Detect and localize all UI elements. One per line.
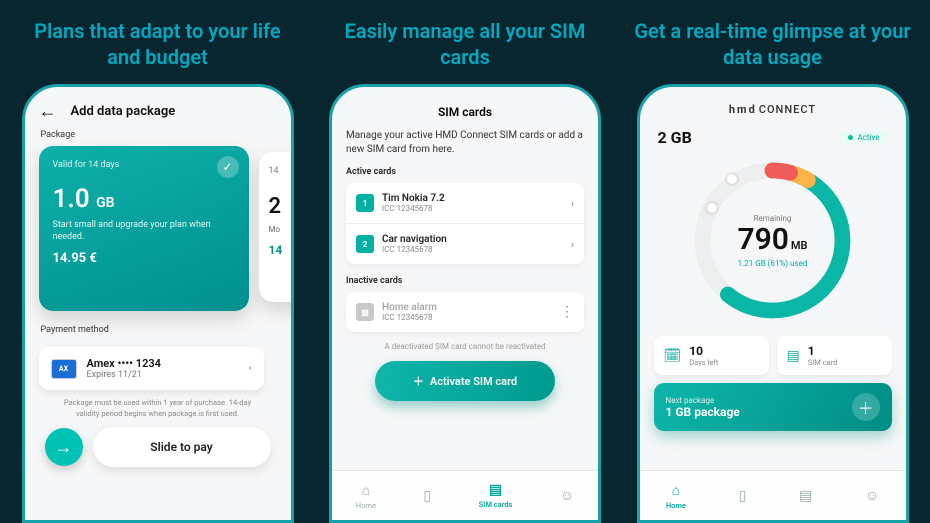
remaining-value: 790MB bbox=[737, 225, 807, 255]
disclaimer-text: Package must be used within 1 year of pu… bbox=[39, 390, 277, 427]
back-icon[interactable]: ← bbox=[39, 101, 57, 122]
package-price: 14.95 € bbox=[53, 251, 235, 266]
nav-sim[interactable]: ▤SIM cards bbox=[479, 482, 513, 509]
package-size: 1.0 GB bbox=[53, 184, 235, 214]
chevron-right-icon: › bbox=[571, 238, 574, 251]
card-name: Amex •••• 1234 bbox=[87, 357, 161, 370]
package-card-next[interactable]: 14 2 Mo 14 bbox=[259, 152, 294, 302]
bottom-nav: ⌂Home ▯ ▤ ☺ bbox=[640, 470, 906, 520]
home-icon: ⌂ bbox=[672, 482, 680, 499]
amex-logo-icon: AX bbox=[51, 359, 77, 379]
package-section-label: Package bbox=[41, 130, 277, 140]
slide-arrow-button[interactable]: → bbox=[45, 428, 83, 466]
bottom-nav: ⌂Home ▯ ▤SIM cards ☺ bbox=[332, 470, 598, 520]
package-card-selected[interactable]: ✓ Valid for 14 days 1.0 GB Start small a… bbox=[39, 146, 249, 311]
nav-profile[interactable]: ☺ bbox=[560, 487, 574, 504]
sim-icon: ▤ bbox=[489, 482, 502, 498]
intro-text: Manage your active HMD Connect SIM cards… bbox=[346, 129, 584, 157]
headline-plans: Plans that adapt to your life and budget bbox=[10, 0, 305, 84]
inactive-cards-label: Inactive cards bbox=[346, 276, 584, 286]
used-text: 1.21 GB (61%) used bbox=[738, 259, 808, 268]
sim-icon: ▤ bbox=[799, 488, 812, 504]
sim-disabled-icon: ▧ bbox=[356, 303, 374, 321]
plan-size: 2 GB bbox=[658, 128, 692, 147]
headline-sim: Easily manage all your SIM cards bbox=[318, 0, 613, 84]
phone-screen-usage: hmdCONNECT 2 GB Active Remaining 790MB 1… bbox=[637, 84, 909, 523]
sim-count-card: ▤ 1 SIM card bbox=[777, 336, 892, 375]
profile-icon: ☺ bbox=[560, 487, 574, 504]
sim-icon: 1 bbox=[356, 194, 374, 212]
nav-home[interactable]: ⌂Home bbox=[666, 482, 686, 510]
page-title: SIM cards bbox=[346, 105, 584, 119]
activate-sim-button[interactable]: ＋ Activate SIM card bbox=[375, 361, 555, 401]
phone-screen-sim: SIM cards Manage your active HMD Connect… bbox=[329, 84, 601, 523]
days-left-card: 🗓 10 Days left bbox=[654, 336, 769, 375]
calendar-icon: 🗓 bbox=[664, 348, 682, 364]
active-sim-list: 1 Tim Nokia 7.2 ICC 12345678 › 2 Car nav… bbox=[346, 183, 584, 264]
plus-icon: ＋ bbox=[413, 373, 424, 389]
card-expiry: Expires 11/21 bbox=[87, 370, 161, 380]
slide-to-pay-button[interactable]: Slide to pay bbox=[93, 427, 271, 467]
payment-section-label: Payment method bbox=[41, 325, 277, 335]
headline-usage: Get a real-time glimpse at your data usa… bbox=[625, 0, 920, 84]
brand-logo: hmdCONNECT bbox=[654, 103, 892, 116]
status-badge: Active bbox=[840, 131, 887, 144]
nav-data[interactable]: ▯ bbox=[423, 488, 431, 504]
inactive-sim-list: ▧ Home alarm ICC 12345678 ⋮ bbox=[346, 292, 584, 332]
payment-method-card[interactable]: AX Amex •••• 1234 Expires 11/21 › bbox=[39, 347, 264, 390]
home-icon: ⌂ bbox=[362, 482, 370, 499]
page-title: Add data package bbox=[71, 104, 176, 119]
deactivation-note: A deactivated SIM card cannot be reactiv… bbox=[346, 342, 584, 351]
chevron-right-icon: › bbox=[248, 363, 251, 374]
nav-profile[interactable]: ☺ bbox=[865, 487, 879, 504]
phone-screen-plans: ← Add data package Package ✓ Valid for 1… bbox=[22, 84, 294, 523]
nav-sim[interactable]: ▤ bbox=[799, 488, 812, 504]
active-cards-label: Active cards bbox=[346, 167, 584, 177]
package-validity: Valid for 14 days bbox=[53, 160, 235, 170]
sim-icon: 2 bbox=[356, 235, 374, 253]
nav-home[interactable]: ⌂Home bbox=[356, 482, 376, 510]
nav-data[interactable]: ▯ bbox=[739, 488, 747, 504]
data-icon: ▯ bbox=[423, 488, 431, 504]
sim-item-active[interactable]: 2 Car navigation ICC 12345678 › bbox=[346, 224, 584, 264]
package-desc: Start small and upgrade your plan when n… bbox=[53, 220, 235, 243]
sim-icon: ▤ bbox=[787, 348, 800, 364]
add-package-button[interactable]: ＋ bbox=[852, 393, 880, 421]
sim-item-active[interactable]: 1 Tim Nokia 7.2 ICC 12345678 › bbox=[346, 183, 584, 224]
chevron-right-icon: › bbox=[571, 197, 574, 210]
next-package-card[interactable]: Next package 1 GB package ＋ bbox=[654, 383, 892, 431]
data-icon: ▯ bbox=[739, 488, 747, 504]
sim-item-inactive[interactable]: ▧ Home alarm ICC 12345678 ⋮ bbox=[346, 292, 584, 332]
data-usage-donut: Remaining 790MB 1.21 GB (61%) used bbox=[685, 153, 860, 328]
profile-icon: ☺ bbox=[865, 487, 879, 504]
